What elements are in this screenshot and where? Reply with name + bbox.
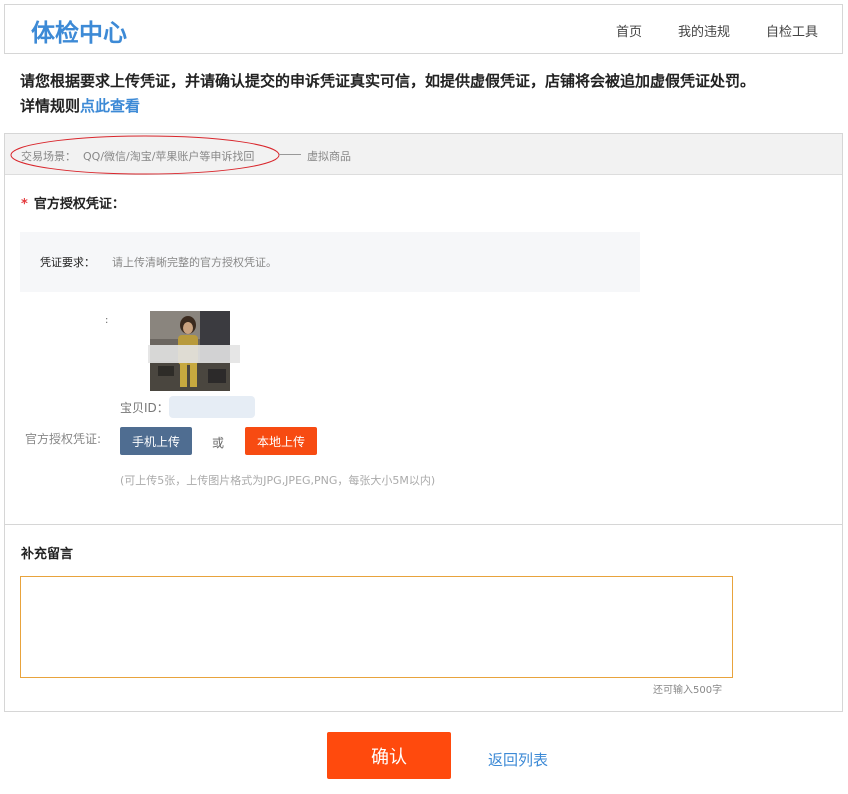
auth-credential-label: 官方授权凭证: <box>25 432 102 446</box>
remark-char-counter: 还可输入500字 <box>653 685 723 696</box>
scene-label: 交易场景： <box>21 150 76 163</box>
nav-my-violations[interactable]: 我的违规 <box>678 21 730 40</box>
phone-upload-button[interactable]: 手机上传 <box>120 427 192 455</box>
remark-title: 补充留言 <box>21 547 74 562</box>
or-separator: 或 <box>212 436 225 450</box>
local-upload-button[interactable]: 本地上传 <box>245 427 317 455</box>
credential-title: * 官方授权凭证： <box>21 193 125 212</box>
scene-value: QQ/微信/淘宝/苹果账户等申诉找回 <box>83 150 255 163</box>
item-id-label: 宝贝ID： <box>120 401 169 415</box>
scene-bar: 交易场景： QQ/微信/淘宝/苹果账户等申诉找回 虚拟商品 <box>5 134 842 175</box>
required-mark: * <box>21 197 28 212</box>
confirm-button[interactable]: 确认 <box>327 732 451 779</box>
requirement-box: 凭证要求： 请上传清晰完整的官方授权凭证。 <box>20 232 640 292</box>
back-to-list-link[interactable]: 返回列表 <box>488 749 548 770</box>
appeal-panel: 交易场景： QQ/微信/淘宝/苹果账户等申诉找回 虚拟商品 * 官方授权凭证： 凭… <box>4 133 843 712</box>
item-colon: : <box>105 315 109 326</box>
item-id-masked <box>169 396 255 418</box>
blurred-text-overlay <box>148 345 240 363</box>
upload-hint: (可上传5张，上传图片格式为JPG,JPEG,PNG，每张大小5M以内) <box>120 474 436 487</box>
remark-textarea[interactable] <box>20 576 733 678</box>
item-id-row: 宝贝ID： <box>120 399 169 416</box>
scene-subcategory: 虚拟商品 <box>307 150 351 163</box>
notice-detail-line: 详情规则点此查看 <box>20 94 830 119</box>
requirement-text: 请上传清晰完整的官方授权凭证。 <box>112 256 277 269</box>
credential-title-text: 官方授权凭证： <box>33 197 125 212</box>
scene-label-text: 交易场景： QQ/微信/淘宝/苹果账户等申诉找回 <box>21 148 254 164</box>
section-divider <box>5 524 842 525</box>
scene-connector <box>279 154 301 155</box>
notice-detail-prefix: 详情规则 <box>20 97 81 115</box>
top-nav: 首页 我的违规 自检工具 <box>616 21 818 40</box>
notice-text: 请您根据要求上传凭证，并请确认提交的申诉凭证真实可信，如提供虚假凭证，店铺将会被… <box>20 72 756 90</box>
top-header: 体检中心 首页 我的违规 自检工具 <box>4 4 843 54</box>
notice-detail-link[interactable]: 点此查看 <box>80 97 140 115</box>
site-logo[interactable]: 体检中心 <box>31 13 127 48</box>
requirement-label: 凭证要求： <box>40 256 95 269</box>
nav-self-check-tools[interactable]: 自检工具 <box>766 21 818 40</box>
nav-home[interactable]: 首页 <box>616 21 642 40</box>
upload-notice: 请您根据要求上传凭证，并请确认提交的申诉凭证真实可信，如提供虚假凭证，店铺将会被… <box>20 69 830 119</box>
